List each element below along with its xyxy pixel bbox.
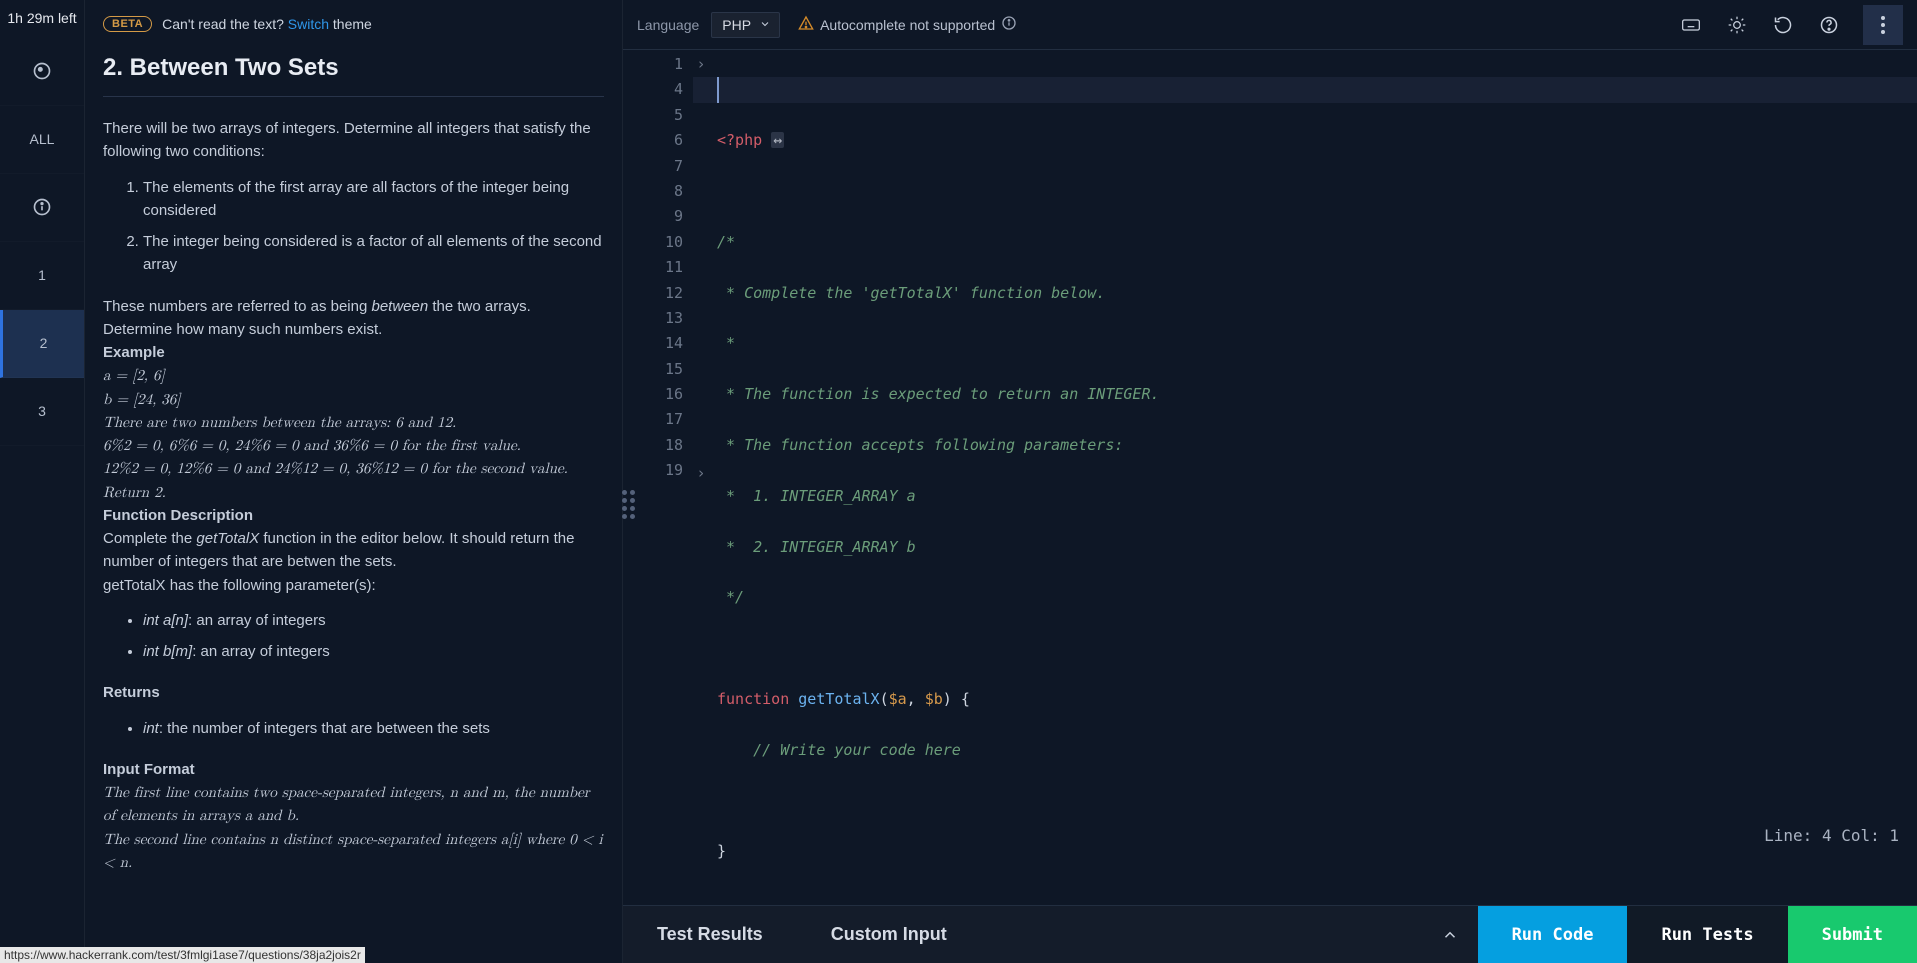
keyboard-icon[interactable] bbox=[1679, 13, 1703, 37]
panel-splitter-handle[interactable] bbox=[622, 490, 635, 519]
info-icon[interactable] bbox=[1001, 15, 1017, 34]
history-icon[interactable] bbox=[1771, 13, 1795, 37]
params-lead: getTotalX has the following parameter(s)… bbox=[103, 574, 604, 597]
returns-heading: Returns bbox=[103, 681, 604, 704]
tab-test-results[interactable]: Test Results bbox=[623, 906, 797, 963]
editor-area: Language PHP Autocomplete not supported bbox=[623, 0, 1917, 963]
more-menu-icon[interactable] bbox=[1863, 5, 1903, 45]
params-list: int a[n]: an array of integers int b[m]:… bbox=[103, 609, 604, 664]
beta-tail: theme bbox=[333, 16, 372, 32]
language-value: PHP bbox=[722, 17, 751, 33]
value-2: 12%2 = 0, 12%6 = 0 and 24%12 = 0, 36%12 … bbox=[103, 457, 604, 504]
bottombar: Test Results Custom Input Run Code Run T… bbox=[623, 905, 1917, 963]
fold-marker-icon[interactable]: ↔ bbox=[771, 132, 784, 148]
beta-lead: Can't read the text? bbox=[162, 16, 284, 32]
return-int: int: the number of integers that are bet… bbox=[143, 717, 604, 740]
input-line1: The first line contains two space-separa… bbox=[103, 781, 604, 828]
problem-panel: BETA Can't read the text? Switch theme 2… bbox=[85, 0, 623, 963]
theme-toggle-icon[interactable] bbox=[1725, 13, 1749, 37]
sidebar-item-1[interactable]: 1 bbox=[0, 242, 84, 310]
sidebar-info-icon[interactable] bbox=[0, 174, 84, 242]
example-b: b = [24, 36] bbox=[103, 388, 604, 411]
param-a: int a[n]: an array of integers bbox=[143, 609, 604, 632]
example-intro: There are two numbers between the arrays… bbox=[103, 415, 456, 430]
sidebar-item-all[interactable]: ALL bbox=[0, 106, 84, 174]
chevron-down-icon bbox=[759, 17, 771, 33]
cursor-position: Line: 4 Col: 1 bbox=[1764, 826, 1899, 845]
run-code-button[interactable]: Run Code bbox=[1478, 906, 1628, 963]
func-desc-heading: Function Description bbox=[103, 504, 604, 527]
code-editor[interactable]: 145678910111213141516171819 › › <?php ↔ … bbox=[623, 50, 1917, 905]
sidebar-item-2[interactable]: 2 bbox=[0, 310, 84, 378]
value-1: 6%2 = 0, 6%6 = 0, 24%6 = 0 and 36%6 = 0 … bbox=[103, 434, 604, 457]
sidebar-item-3[interactable]: 3 bbox=[0, 378, 84, 446]
beta-badge: BETA bbox=[103, 16, 152, 32]
example-heading: Example bbox=[103, 341, 604, 364]
code-body[interactable]: <?php ↔ /* * Complete the 'getTotalX' fu… bbox=[693, 50, 1917, 905]
condition-2: The integer being considered is a factor… bbox=[143, 230, 604, 277]
active-line-highlight bbox=[693, 77, 1917, 102]
topbar: Language PHP Autocomplete not supported bbox=[623, 0, 1917, 50]
timer: 1h 29m left bbox=[3, 0, 80, 38]
returns-list: int: the number of integers that are bet… bbox=[103, 717, 604, 740]
language-select[interactable]: PHP bbox=[711, 12, 780, 38]
input-line2: The second line contains n distinct spac… bbox=[103, 828, 604, 875]
intro: There will be two arrays of integers. De… bbox=[103, 117, 604, 164]
switch-theme-link[interactable]: Switch bbox=[288, 16, 329, 32]
condition-1: The elements of the first array are all … bbox=[143, 176, 604, 223]
input-heading: Input Format bbox=[103, 758, 604, 781]
language-label: Language bbox=[637, 17, 699, 33]
warning-icon bbox=[798, 15, 814, 34]
param-b: int b[m]: an array of integers bbox=[143, 640, 604, 663]
run-tests-button[interactable]: Run Tests bbox=[1627, 906, 1787, 963]
conditions-list: The elements of the first array are all … bbox=[103, 176, 604, 277]
func-desc: Complete the getTotalX function in the e… bbox=[103, 527, 604, 574]
divider bbox=[103, 96, 604, 97]
example-a: a = [2, 6] bbox=[103, 364, 604, 387]
tab-custom-input[interactable]: Custom Input bbox=[797, 906, 981, 963]
autocomplete-status: Autocomplete not supported bbox=[798, 15, 1017, 34]
expand-panel-icon[interactable] bbox=[1422, 906, 1478, 963]
beta-row: BETA Can't read the text? Switch theme bbox=[103, 16, 604, 32]
text-caret bbox=[717, 77, 719, 102]
problem-title: 2. Between Two Sets bbox=[103, 54, 604, 82]
submit-button[interactable]: Submit bbox=[1788, 906, 1917, 963]
gutter: 145678910111213141516171819 bbox=[623, 50, 693, 905]
help-icon[interactable] bbox=[1817, 13, 1841, 37]
status-bar-url: https://www.hackerrank.com/test/3fmlgi1a… bbox=[0, 947, 365, 963]
sidebar: 1h 29m left ALL 1 2 3 bbox=[0, 0, 85, 963]
between-text: These numbers are referred to as being b… bbox=[103, 295, 604, 342]
sidebar-theme-icon[interactable] bbox=[0, 38, 84, 106]
